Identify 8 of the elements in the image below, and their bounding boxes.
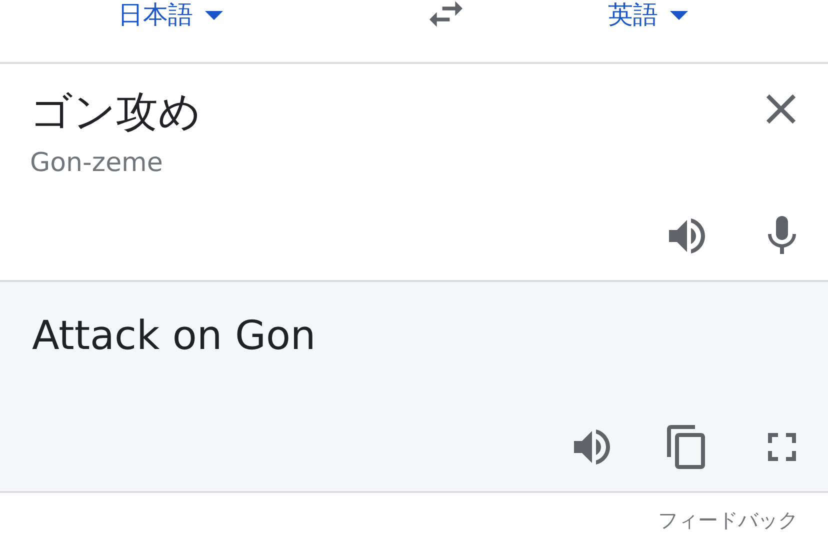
source-text: ゴン攻め	[30, 86, 201, 138]
translation-text: Attack on Gon	[32, 312, 317, 361]
feedback-link[interactable]: フィードバック	[658, 507, 798, 534]
romanization-text: Gon-zeme	[30, 148, 164, 178]
dropdown-caret-icon	[205, 10, 223, 20]
dropdown-caret-icon	[670, 10, 688, 20]
source-language-button[interactable]: 日本語	[118, 0, 223, 30]
target-language-button[interactable]: 英語	[608, 0, 688, 30]
